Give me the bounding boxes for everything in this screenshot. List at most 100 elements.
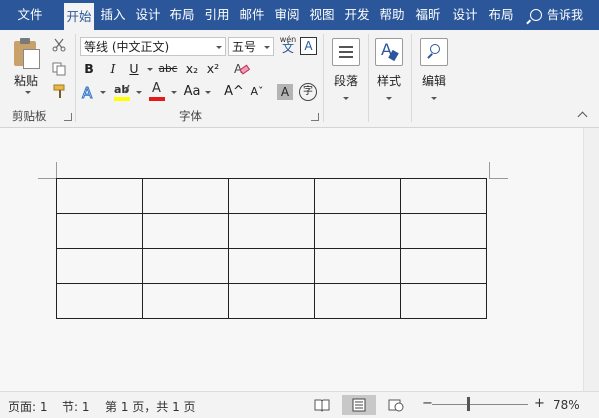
tab-foxit[interactable]: 福昕: [411, 0, 445, 30]
table-cell[interactable]: [400, 248, 487, 284]
styles-button[interactable]: A 样式: [373, 38, 405, 103]
text-effects-icon[interactable]: A: [81, 83, 97, 102]
font-size-value: 五号: [232, 40, 257, 54]
collapse-ribbon-icon[interactable]: [577, 111, 588, 122]
italic-button[interactable]: I: [104, 60, 122, 78]
clipboard-group-label: 剪贴板: [12, 109, 47, 123]
tab-insert[interactable]: 插入: [97, 0, 129, 30]
chevron-down-icon: [343, 97, 349, 100]
font-name-combo[interactable]: 等线 (中文正文): [80, 37, 226, 56]
read-mode-button[interactable]: [304, 395, 338, 415]
tab-mailings[interactable]: 邮件: [236, 0, 268, 30]
tab-developer[interactable]: 开发: [341, 0, 373, 30]
tab-design[interactable]: 设计: [132, 0, 164, 30]
paragraph-button[interactable]: 段落: [330, 38, 362, 103]
tab-help[interactable]: 帮助: [376, 0, 408, 30]
font-dialog-launcher[interactable]: [311, 113, 319, 121]
grow-font-button[interactable]: A^: [224, 83, 244, 101]
table-cell[interactable]: [314, 178, 401, 214]
chevron-down-icon[interactable]: [205, 91, 211, 94]
zoom-slider-thumb[interactable]: [467, 397, 471, 411]
cut-icon[interactable]: [52, 38, 66, 52]
table-row: [56, 283, 487, 319]
zoom-level[interactable]: 78%: [553, 398, 580, 412]
table-cell[interactable]: [314, 213, 401, 249]
tab-table-design[interactable]: 设计: [448, 0, 482, 30]
phonetic-guide-button[interactable]: wén 文: [278, 35, 298, 57]
table-cell[interactable]: [314, 248, 401, 284]
zoom-in-button[interactable]: +: [534, 396, 545, 411]
bold-button[interactable]: B: [80, 60, 98, 78]
search-icon: [530, 9, 542, 21]
table-cell[interactable]: [400, 283, 487, 319]
chevron-down-icon[interactable]: [171, 91, 177, 94]
highlight-button[interactable]: ab: [113, 82, 131, 102]
table-cell[interactable]: [228, 178, 315, 214]
chevron-down-icon: [386, 97, 392, 100]
superscript-button[interactable]: x²: [204, 60, 222, 78]
table-cell[interactable]: [56, 248, 143, 284]
vertical-scrollbar[interactable]: [583, 128, 599, 391]
paste-button[interactable]: 粘贴: [10, 38, 46, 96]
font-size-combo[interactable]: 五号: [228, 37, 274, 56]
tab-review[interactable]: 审阅: [271, 0, 303, 30]
underline-button[interactable]: U: [126, 60, 142, 78]
shrink-font-button[interactable]: Aˇ: [247, 83, 267, 101]
page-count[interactable]: 第 1 页，共 1 页: [105, 398, 196, 415]
styles-icon: A: [375, 38, 403, 66]
table-cell[interactable]: [228, 283, 315, 319]
format-painter-icon[interactable]: [52, 84, 68, 100]
chevron-down-icon[interactable]: [100, 91, 106, 94]
status-bar: 页面: 1 节: 1 第 1 页，共 1 页 − + 78%: [0, 391, 599, 418]
table-row: [56, 213, 487, 249]
tab-file[interactable]: 文件: [8, 0, 52, 30]
table-cell[interactable]: [142, 213, 229, 249]
tab-view[interactable]: 视图: [306, 0, 338, 30]
section-number[interactable]: 节: 1: [62, 398, 90, 415]
copy-icon[interactable]: [52, 62, 66, 76]
table-cell[interactable]: [56, 213, 143, 249]
ribbon-home: 粘贴 剪贴板 等线 (中文正文) 五号 wén 文 A B I U abc x₂ …: [0, 30, 599, 128]
table-cell[interactable]: [142, 283, 229, 319]
group-separator: [75, 34, 76, 122]
character-shading-button[interactable]: A: [277, 84, 293, 100]
zoom-slider-track[interactable]: [432, 404, 528, 405]
character-border-button[interactable]: A: [300, 37, 317, 55]
subscript-button[interactable]: x₂: [183, 60, 201, 78]
tab-home[interactable]: 开始: [64, 3, 94, 30]
tab-table-layout[interactable]: 布局: [484, 0, 518, 30]
table-cell[interactable]: [400, 178, 487, 214]
editing-button[interactable]: 编辑: [418, 38, 450, 103]
group-separator: [368, 34, 369, 122]
font-color-bar: [149, 97, 165, 101]
font-color-icon: A: [152, 81, 161, 96]
font-color-button[interactable]: A: [149, 81, 165, 102]
web-layout-button[interactable]: [380, 395, 414, 415]
paragraph-label: 段落: [333, 74, 358, 88]
clipboard-dialog-launcher[interactable]: [64, 113, 72, 121]
chevron-down-icon[interactable]: [136, 91, 142, 94]
tab-references[interactable]: 引用: [201, 0, 233, 30]
clear-formatting-icon[interactable]: A: [233, 61, 251, 77]
table-cell[interactable]: [142, 178, 229, 214]
table-cell[interactable]: [56, 283, 143, 319]
table-cell[interactable]: [400, 213, 487, 249]
table-cell[interactable]: [142, 248, 229, 284]
table-cell[interactable]: [228, 213, 315, 249]
table-cell[interactable]: [56, 178, 143, 214]
table-cell[interactable]: [314, 283, 401, 319]
table-row: [56, 178, 487, 214]
enclose-characters-button[interactable]: 字: [299, 83, 317, 101]
chevron-down-icon: [25, 91, 31, 94]
chevron-down-icon[interactable]: [147, 68, 153, 71]
change-case-button[interactable]: Aa: [182, 83, 202, 101]
tell-me-search[interactable]: 告诉我: [522, 0, 599, 30]
table-cell[interactable]: [228, 248, 315, 284]
strikethrough-button[interactable]: abc: [157, 60, 179, 78]
margin-mark-top-left: [38, 162, 57, 179]
page-number[interactable]: 页面: 1: [8, 398, 48, 415]
chevron-down-icon: [216, 46, 222, 49]
tab-layout[interactable]: 布局: [166, 0, 198, 30]
print-layout-button[interactable]: [342, 395, 376, 415]
document-table[interactable]: [56, 178, 487, 319]
